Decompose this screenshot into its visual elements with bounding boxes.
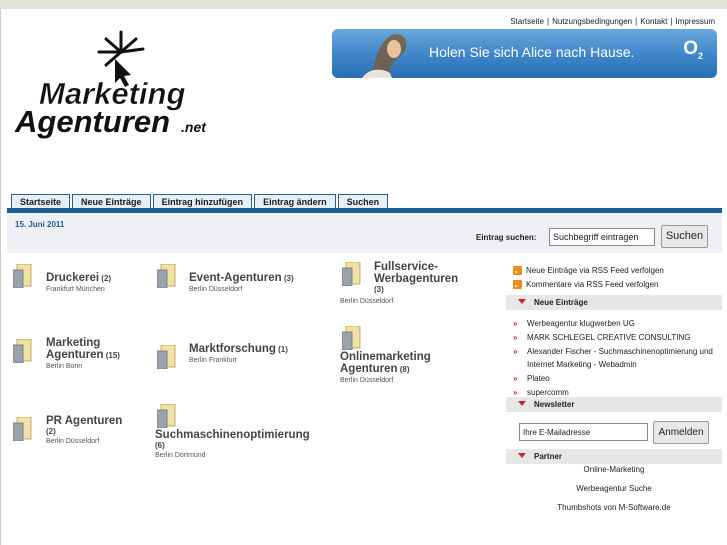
top-links: Startseite | Nutzungsbedingungen | Kontakt | I… [510,17,715,26]
new-entries-list: Werbeagentur klugwerben UG MARK SCHLEGEL… [513,317,718,400]
sidebar-heading-newsletter: Newsletter [506,397,722,412]
folder-icon [342,262,361,286]
search-label: Eintrag suchen: [476,233,537,242]
o2-logo: O2 [683,38,703,61]
tab-neue-eintraege[interactable]: Neue Einträge [72,194,151,208]
list-item[interactable]: Alexander Fischer - Suchmaschinenoptimie… [513,345,718,371]
category-cities: Berlin Düsseldorf [46,438,100,445]
triangle-down-icon [518,401,526,406]
newsletter-subscribe-button[interactable]: Anmelden [653,421,709,444]
rss-link-label[interactable]: Kommentare via RSS Feed verfolgen [526,280,659,289]
category-cities: Berlin Frankfurt [189,357,237,364]
category-druckerei[interactable]: Druckerei (2) Frankfurt München [46,272,111,293]
category-title-line1[interactable]: Onlinemarketing [340,351,431,363]
category-count: (8) [399,365,410,374]
category-title-line1[interactable]: Fullservice- [374,261,458,273]
logo-text-tld: .net [181,119,207,135]
category-count: (2) [46,427,56,436]
rss-link-label[interactable]: Neue Einträge via RSS Feed verfolgen [526,266,664,275]
rss-link-kommentare[interactable]: Kommentare via RSS Feed verfolgen [513,280,659,289]
search-button[interactable]: Suchen [661,225,708,248]
sidebar-heading-partner: Partner [506,449,722,464]
newsletter-email-input[interactable] [519,423,648,441]
category-cities: Berlin Bonn [46,363,83,370]
separator: | [546,17,550,26]
date-search-bar: 15. Juni 2011 Eintrag suchen: Suchen [7,213,722,253]
category-title[interactable]: Suchmaschinenoptimierung [155,429,310,441]
category-title[interactable]: Marktforschung [189,343,276,355]
tab-startseite[interactable]: Startseite [11,194,71,208]
category-marketing-agenturen[interactable]: Marketing Agenturen (15) Berlin Bonn [46,337,120,370]
partner-link-thumbshots[interactable]: Thumbshots von M-Software.de [506,503,722,512]
rss-icon [513,280,522,289]
category-cities: Berlin Düsseldorf [340,298,394,305]
category-fullservice-werbagenturen[interactable]: Fullservice- Werbagenturen (3) [374,261,458,294]
search-input[interactable] [549,228,655,246]
tab-suchen[interactable]: Suchen [337,194,389,208]
banner-text: Holen Sie sich Alice nach Hause. [429,44,635,60]
folder-icon [13,339,32,363]
category-count: (3) [283,274,294,283]
rss-icon [513,266,522,275]
category-title-line2[interactable]: Werbagenturen [374,273,458,285]
category-onlinemarketing-agenturen[interactable]: Onlinemarketing Agenturen (8) Berlin Düs… [340,351,431,384]
folder-icon [157,404,176,428]
toplink-nutzungsbedingungen[interactable]: Nutzungsbedingungen [552,17,632,26]
list-item[interactable]: Werbeagentur klugwerben UG [513,317,718,330]
folder-icon [13,264,32,288]
advertising-banner[interactable]: Holen Sie sich Alice nach Hause. O2 [332,29,717,78]
list-item[interactable]: Plateo [513,372,718,385]
heading-label: Neue Einträge [534,298,588,307]
category-title[interactable]: Event-Agenturen [189,272,282,284]
category-cities: Frankfurt München [46,286,105,293]
folder-icon [157,345,176,369]
current-date: 15. Juni 2011 [15,220,65,229]
category-marktforschung[interactable]: Marktforschung (1) Berlin Frankfurt [189,343,288,364]
woman-photo-icon [362,34,407,78]
separator: | [670,17,673,26]
category-count: (6) [155,441,165,450]
category-event-agenturen[interactable]: Event-Agenturen (3) Berlin Düsseldorf [189,272,294,293]
sidebar-heading-neue-eintraege: Neue Einträge [506,295,722,310]
partner-link-werbeagentur-suche[interactable]: Werbeagentur Suche [506,484,722,493]
category-title[interactable]: PR Agenturen [46,415,122,427]
category-suchmaschinenoptimierung[interactable]: Suchmaschinenoptimierung (6) Berlin Dort… [155,429,310,459]
folder-icon [157,264,176,288]
category-pr-agenturen[interactable]: PR Agenturen (2) Berlin Düsseldorf [46,415,122,445]
list-item[interactable]: MARK SCHLEGEL CREATIVE CONSULTING [513,331,718,344]
category-count: (2) [101,274,112,283]
logo-text-line2: Agenturen [14,104,170,139]
category-title-line1[interactable]: Marketing [46,337,120,349]
category-title-line2[interactable]: Agenturen [46,349,104,361]
category-count: (3) [374,285,384,294]
category-cities: Berlin Düsseldorf [340,377,394,384]
tab-eintrag-hinzufuegen[interactable]: Eintrag hinzufügen [152,194,253,208]
page: Startseite | Nutzungsbedingungen | Kontakt | I… [0,9,727,545]
category-title-line2[interactable]: Agenturen [340,363,398,375]
partner-link-online-marketing[interactable]: Online-Marketing [506,465,722,474]
triangle-down-icon [518,299,526,304]
category-count: (15) [105,351,120,360]
main-nav-tabs: Startseite Neue Einträge Eintrag hinzufü… [11,194,389,209]
separator: | [635,17,638,26]
toplink-startseite[interactable]: Startseite [510,17,544,26]
folder-icon [13,417,32,441]
triangle-down-icon [518,453,526,458]
o2-brand-sub: 2 [697,50,703,61]
tab-eintrag-aendern[interactable]: Eintrag ändern [254,194,336,208]
category-title[interactable]: Druckerei [46,272,99,284]
folder-icon [342,326,361,350]
rss-link-eintraege[interactable]: Neue Einträge via RSS Feed verfolgen [513,266,664,275]
site-logo[interactable]: Marketing Agenturen .net [11,27,221,152]
toplink-kontakt[interactable]: Kontakt [640,17,667,26]
heading-label: Partner [534,452,563,461]
toplink-impressum[interactable]: Impressum [675,17,715,26]
heading-label: Newsletter [534,400,575,409]
category-cities: Berlin Düsseldorf [189,286,243,293]
o2-brand: O [683,38,698,59]
category-cities: Berlin Dortmund [155,452,206,459]
category-count: (1) [278,345,288,354]
